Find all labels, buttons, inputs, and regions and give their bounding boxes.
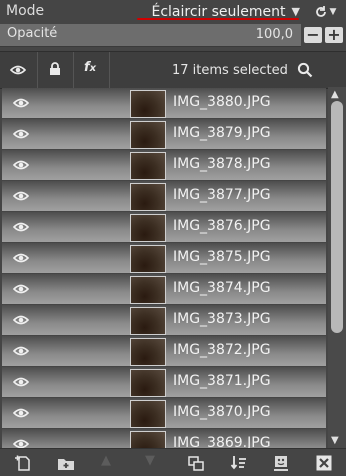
new-layer-icon[interactable] bbox=[14, 454, 32, 472]
eye-icon[interactable] bbox=[13, 407, 29, 419]
layer-name: IMG_3872.JPG bbox=[173, 342, 271, 358]
layer-thumbnail bbox=[130, 152, 166, 180]
eye-icon[interactable] bbox=[13, 97, 29, 109]
layer-thumbnail bbox=[130, 400, 166, 428]
layers-scrollbar[interactable]: ▲ ▼ bbox=[328, 87, 346, 448]
fx-icon: fx bbox=[84, 60, 97, 75]
eye-icon[interactable] bbox=[13, 314, 29, 326]
opacity-increase-button[interactable]: + bbox=[325, 27, 343, 43]
layer-thumbnail bbox=[130, 307, 166, 335]
layer-thumbnail bbox=[130, 214, 166, 242]
eye-icon[interactable] bbox=[13, 190, 29, 202]
lock-icon bbox=[50, 62, 60, 75]
layer-name: IMG_3874.JPG bbox=[173, 280, 271, 296]
chevron-down-icon: ▼ bbox=[329, 7, 337, 17]
eye-icon bbox=[10, 65, 26, 75]
layer-thumbnail bbox=[130, 338, 166, 366]
layer-thumbnail bbox=[130, 245, 166, 273]
layer-row[interactable]: IMG_3877.JPG bbox=[2, 181, 326, 211]
layer-name: IMG_3870.JPG bbox=[173, 404, 271, 420]
layer-name: IMG_3877.JPG bbox=[173, 187, 271, 203]
chevron-up-icon[interactable]: ▲ bbox=[331, 89, 339, 100]
selection-count: 17 items selected bbox=[172, 63, 288, 78]
duplicate-layer-icon[interactable] bbox=[187, 454, 205, 472]
add-mask-icon[interactable] bbox=[272, 454, 290, 472]
layer-row[interactable]: IMG_3878.JPG bbox=[2, 150, 326, 180]
layer-row[interactable]: IMG_3872.JPG bbox=[2, 336, 326, 366]
eye-icon[interactable] bbox=[13, 252, 29, 264]
layers-header: fx 17 items selected bbox=[0, 51, 346, 89]
layer-thumbnail bbox=[130, 431, 166, 448]
delete-layer-icon[interactable] bbox=[315, 454, 333, 472]
layer-row[interactable]: IMG_3869.JPG bbox=[2, 429, 326, 448]
layer-row[interactable]: IMG_3870.JPG bbox=[2, 398, 326, 428]
eye-icon[interactable] bbox=[13, 221, 29, 233]
layer-name: IMG_3869.JPG bbox=[173, 435, 271, 448]
layer-name: IMG_3873.JPG bbox=[173, 311, 271, 327]
chevron-down-icon[interactable]: ▼ bbox=[331, 435, 339, 446]
layer-thumbnail bbox=[130, 276, 166, 304]
chevron-down-icon: ▼ bbox=[291, 5, 300, 18]
layer-name: IMG_3875.JPG bbox=[173, 249, 271, 265]
layers-toolbar: ▲ ▼ bbox=[0, 448, 346, 476]
opacity-value: 100,0 bbox=[255, 27, 293, 42]
layer-name: IMG_3878.JPG bbox=[173, 156, 271, 172]
reset-icon bbox=[315, 6, 326, 17]
lower-layer-icon[interactable]: ▼ bbox=[145, 453, 163, 471]
search-icon[interactable] bbox=[297, 62, 313, 78]
layer-thumbnail bbox=[130, 183, 166, 211]
layer-name: IMG_3879.JPG bbox=[173, 125, 271, 141]
layer-row[interactable]: IMG_3871.JPG bbox=[2, 367, 326, 397]
layer-row[interactable]: IMG_3875.JPG bbox=[2, 243, 326, 273]
layer-row[interactable]: IMG_3874.JPG bbox=[2, 274, 326, 304]
layers-list: IMG_3880.JPG IMG_3879.JPG IMG_3878.JPG IMG_… bbox=[0, 87, 328, 448]
new-group-icon[interactable] bbox=[57, 454, 75, 472]
mode-label: Mode bbox=[6, 3, 45, 19]
layer-name: IMG_3880.JPG bbox=[173, 94, 271, 110]
layer-thumbnail bbox=[130, 121, 166, 149]
mode-row: Mode Éclaircir seulement ▼ ▼ bbox=[0, 0, 346, 23]
layer-name: IMG_3871.JPG bbox=[173, 373, 271, 389]
layer-name: IMG_3876.JPG bbox=[173, 218, 271, 234]
layer-row[interactable]: IMG_3879.JPG bbox=[2, 119, 326, 149]
layer-row[interactable]: IMG_3880.JPG bbox=[2, 88, 326, 118]
eye-icon[interactable] bbox=[13, 376, 29, 388]
eye-icon[interactable] bbox=[13, 345, 29, 357]
eye-icon[interactable] bbox=[13, 283, 29, 295]
opacity-slider[interactable]: Opacité 100,0 bbox=[0, 24, 301, 47]
eye-icon[interactable] bbox=[13, 438, 29, 448]
layer-thumbnail bbox=[130, 90, 166, 118]
eye-icon[interactable] bbox=[13, 128, 29, 140]
header-visibility-toggle[interactable] bbox=[0, 52, 38, 88]
layer-row[interactable]: IMG_3873.JPG bbox=[2, 305, 326, 335]
layer-thumbnail bbox=[130, 369, 166, 397]
opacity-row: Opacité 100,0 − + bbox=[0, 24, 346, 47]
opacity-label: Opacité bbox=[7, 26, 58, 41]
merge-down-icon[interactable] bbox=[230, 454, 248, 472]
layer-row[interactable]: IMG_3876.JPG bbox=[2, 212, 326, 242]
raise-layer-icon[interactable]: ▲ bbox=[101, 453, 119, 471]
mode-underline bbox=[137, 18, 299, 20]
mode-reset-button[interactable]: ▼ bbox=[307, 2, 343, 22]
eye-icon[interactable] bbox=[13, 159, 29, 171]
scrollbar-thumb[interactable] bbox=[331, 101, 343, 333]
header-effects-toggle[interactable]: fx bbox=[73, 52, 110, 88]
header-lock-toggle[interactable] bbox=[37, 52, 74, 88]
opacity-decrease-button[interactable]: − bbox=[304, 27, 322, 43]
